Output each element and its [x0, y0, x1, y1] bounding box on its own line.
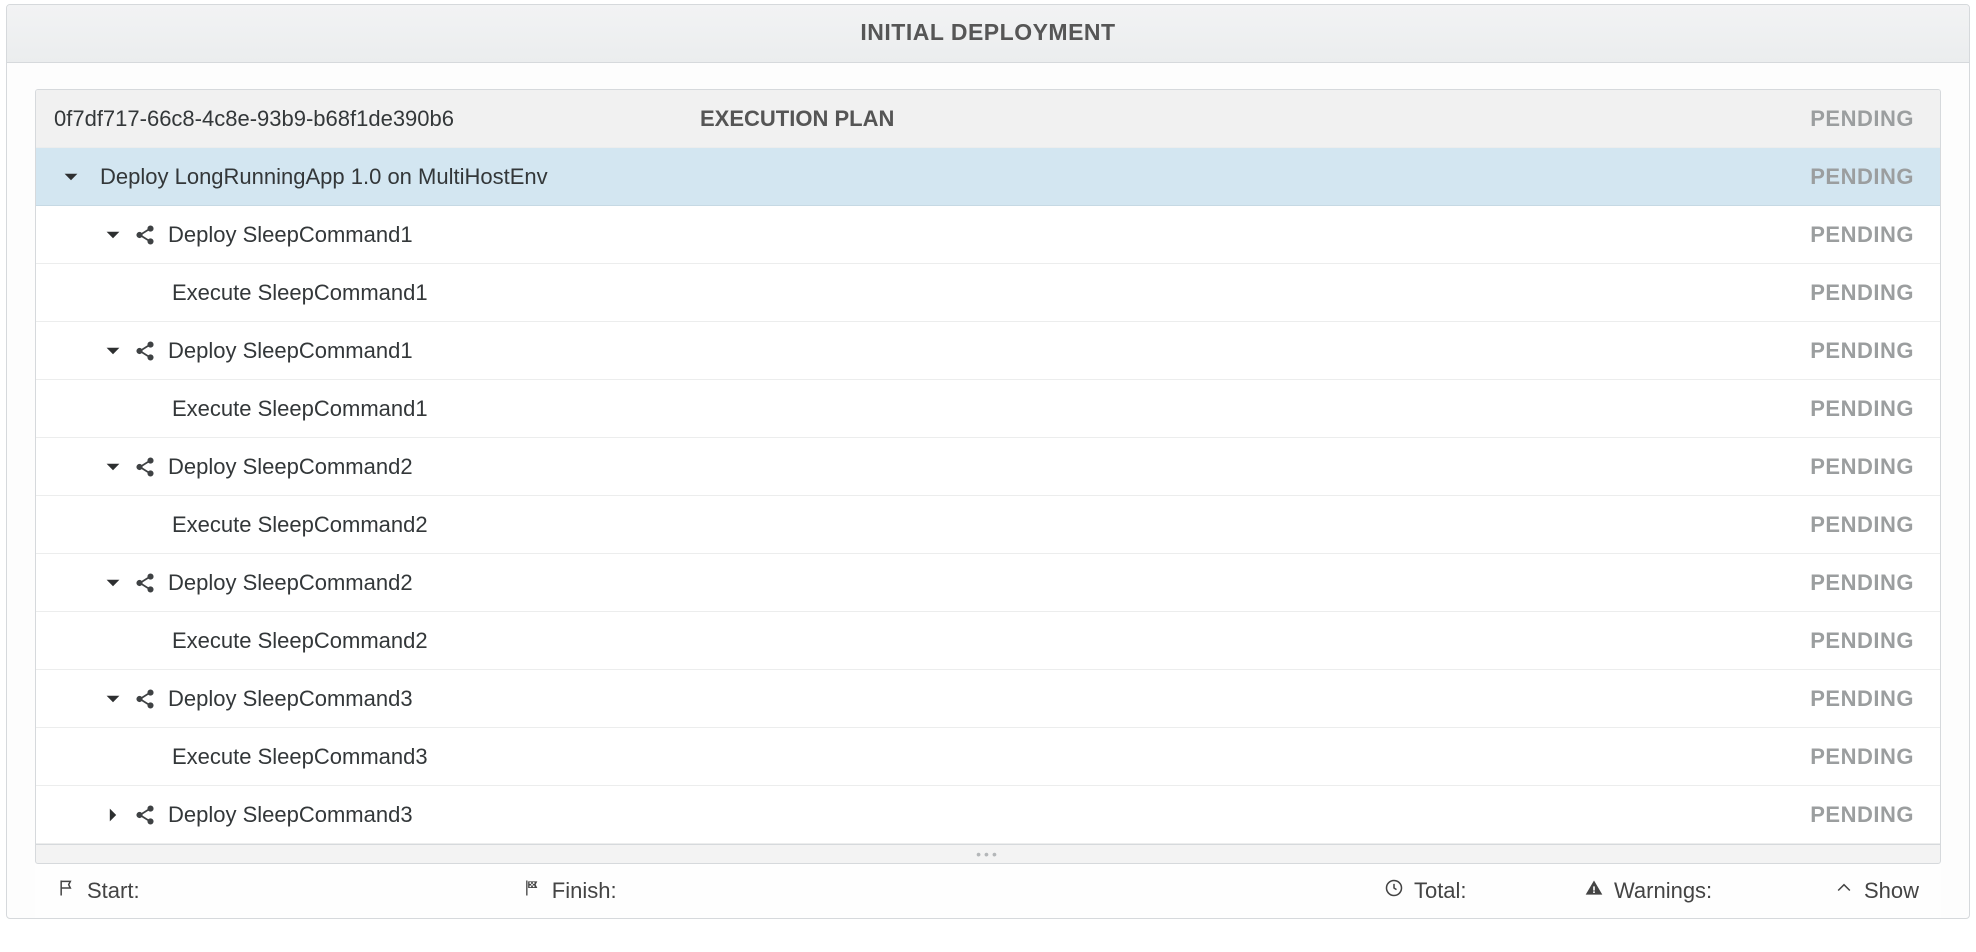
- tree-root-status: PENDING: [1694, 164, 1914, 190]
- show-toggle[interactable]: Show: [1834, 878, 1919, 904]
- tree-leaf-row[interactable]: Execute SleepCommand2 PENDING: [36, 496, 1940, 554]
- row-status: PENDING: [1694, 686, 1914, 712]
- row-status: PENDING: [1694, 512, 1914, 538]
- status-finish: Finish:: [522, 878, 1002, 904]
- resize-handle[interactable]: •••: [35, 844, 1941, 864]
- tree-group-row[interactable]: Deploy SleepCommand1 PENDING: [36, 322, 1940, 380]
- row-label: Deploy SleepCommand2: [168, 570, 413, 596]
- tree-leaf-row[interactable]: Execute SleepCommand1 PENDING: [36, 380, 1940, 438]
- plan-status: PENDING: [1694, 106, 1914, 132]
- chevron-down-icon[interactable]: [102, 456, 124, 478]
- row-status: PENDING: [1694, 454, 1914, 480]
- row-label: Execute SleepCommand2: [172, 628, 428, 654]
- row-status: PENDING: [1694, 628, 1914, 654]
- share-icon: [132, 802, 158, 828]
- panel-title: INITIAL DEPLOYMENT: [7, 5, 1969, 63]
- status-start: Start:: [57, 878, 140, 904]
- status-total: Total:: [1384, 878, 1584, 904]
- tree-group-row[interactable]: Deploy SleepCommand1 PENDING: [36, 206, 1940, 264]
- row-label: Deploy SleepCommand1: [168, 222, 413, 248]
- chevron-down-icon[interactable]: [102, 688, 124, 710]
- status-warnings: Warnings:: [1584, 878, 1834, 904]
- warning-icon: [1584, 878, 1604, 904]
- row-status: PENDING: [1694, 222, 1914, 248]
- row-status: PENDING: [1694, 396, 1914, 422]
- tree-group-row[interactable]: Deploy SleepCommand2 PENDING: [36, 554, 1940, 612]
- tree-group-row[interactable]: Deploy SleepCommand2 PENDING: [36, 438, 1940, 496]
- chevron-down-icon[interactable]: [102, 572, 124, 594]
- row-status: PENDING: [1694, 744, 1914, 770]
- row-label: Deploy SleepCommand2: [168, 454, 413, 480]
- chevron-down-icon[interactable]: [60, 166, 82, 188]
- execution-plan-tree: 0f7df717-66c8-4c8e-93b9-b68f1de390b6 EXE…: [35, 89, 1941, 844]
- share-icon: [132, 570, 158, 596]
- tree-group-row[interactable]: Deploy SleepCommand3 PENDING: [36, 670, 1940, 728]
- row-status: PENDING: [1694, 280, 1914, 306]
- tree-leaf-row[interactable]: Execute SleepCommand1 PENDING: [36, 264, 1940, 322]
- plan-center-label: EXECUTION PLAN: [700, 106, 1694, 132]
- chevron-down-icon[interactable]: [102, 224, 124, 246]
- tree-group-row[interactable]: Deploy SleepCommand3 PENDING: [36, 786, 1940, 844]
- chevron-right-icon[interactable]: [102, 804, 124, 826]
- share-icon: [132, 338, 158, 364]
- row-label: Deploy SleepCommand1: [168, 338, 413, 364]
- chevron-down-icon[interactable]: [102, 340, 124, 362]
- row-label: Deploy SleepCommand3: [168, 802, 413, 828]
- tree-root-row[interactable]: Deploy LongRunningApp 1.0 on MultiHostEn…: [36, 148, 1940, 206]
- chevron-up-icon: [1834, 878, 1854, 904]
- row-status: PENDING: [1694, 802, 1914, 828]
- share-icon: [132, 454, 158, 480]
- row-status: PENDING: [1694, 570, 1914, 596]
- row-label: Execute SleepCommand3: [172, 744, 428, 770]
- flag-checkered-icon: [522, 878, 542, 904]
- deployment-panel: INITIAL DEPLOYMENT 0f7df717-66c8-4c8e-93…: [6, 4, 1970, 919]
- share-icon: [132, 222, 158, 248]
- row-status: PENDING: [1694, 338, 1914, 364]
- tree-root-label: Deploy LongRunningApp 1.0 on MultiHostEn…: [100, 164, 548, 190]
- tree-leaf-row[interactable]: Execute SleepCommand3 PENDING: [36, 728, 1940, 786]
- flag-outline-icon: [57, 878, 77, 904]
- status-bar: Start: Finish: Total: Warnings: [35, 864, 1941, 918]
- row-label: Execute SleepCommand2: [172, 512, 428, 538]
- plan-header-row: 0f7df717-66c8-4c8e-93b9-b68f1de390b6 EXE…: [36, 90, 1940, 148]
- plan-id: 0f7df717-66c8-4c8e-93b9-b68f1de390b6: [54, 106, 454, 132]
- tree-leaf-row[interactable]: Execute SleepCommand2 PENDING: [36, 612, 1940, 670]
- row-label: Deploy SleepCommand3: [168, 686, 413, 712]
- row-label: Execute SleepCommand1: [172, 280, 428, 306]
- share-icon: [132, 686, 158, 712]
- clock-icon: [1384, 878, 1404, 904]
- row-label: Execute SleepCommand1: [172, 396, 428, 422]
